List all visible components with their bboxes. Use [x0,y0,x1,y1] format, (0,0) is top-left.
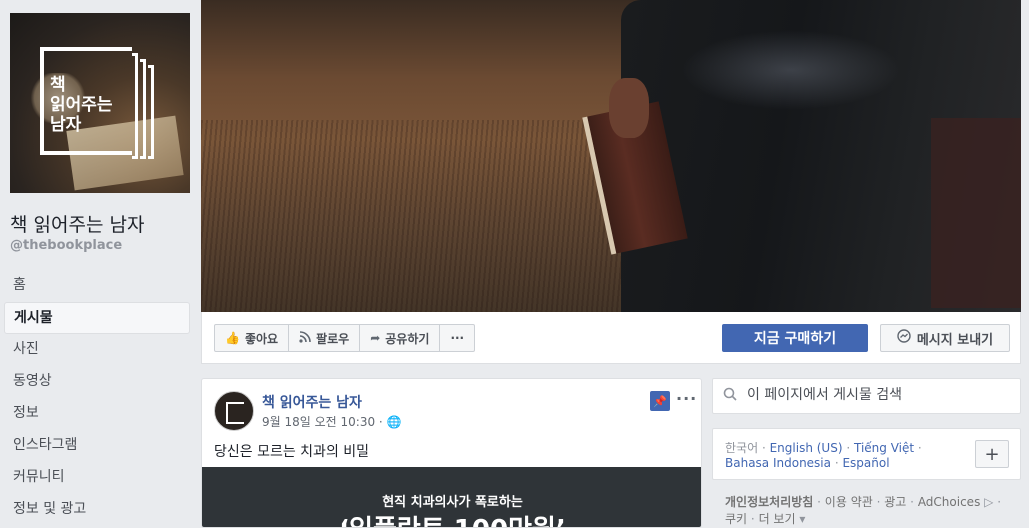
language-link[interactable]: English (US) [770,441,843,455]
post-timestamp[interactable]: 9월 18일 오전 10:30 [262,415,375,429]
share-button[interactable]: ➦ 공유하기 [360,325,441,351]
separator-dot: · [378,415,387,429]
send-message-button[interactable]: 메시지 보내기 [880,324,1010,352]
profile-picture[interactable]: 책 읽어주는 남자 [10,13,190,193]
add-language-button[interactable]: + [975,440,1009,468]
nav-item-home[interactable]: 홈 [4,270,190,302]
page-action-bar: 👍 좋아요 팔로우 ➦ 공유하기 ··· 지금 구매하기 메시지 보내기 [201,312,1021,364]
nav-item-photos[interactable]: 사진 [4,334,190,366]
footer-link-cookies[interactable]: 쿠키 [725,512,747,526]
post-search-input[interactable] [747,387,1007,403]
nav-item-about[interactable]: 정보 [4,398,190,430]
language-link[interactable]: Español [842,456,889,470]
post-media-image[interactable]: 현직 치과의사가 폭로하는 ‘임플란트 100만원’ [202,467,701,527]
share-label: 공유하기 [385,331,430,346]
more-options-button[interactable]: ··· [440,325,474,351]
nav-item-posts[interactable]: 게시물 [4,302,190,334]
share-arrow-icon: ➦ [370,331,381,345]
post-more-icon[interactable]: ··· [676,389,697,408]
like-label: 좋아요 [244,331,279,346]
language-link[interactable]: Tiếng Việt [854,441,914,455]
cover-hand [609,78,649,138]
cover-photo[interactable] [201,0,1021,312]
logo-book-spine [148,65,154,159]
logo-text: 책 읽어주는 남자 [50,75,113,135]
follow-label: 팔로우 [316,331,350,346]
cover-sparkle [681,30,901,110]
rss-icon [299,330,311,346]
footer-links-1: 개인정보처리방침 · 이용 약관 · 광고 · AdChoices ▷ · [725,495,1002,509]
nav-item-instagram[interactable]: 인스타그램 [4,430,190,462]
send-message-label: 메시지 보내기 [916,332,994,348]
thumbs-up-icon: 👍 [225,331,240,345]
follow-button[interactable]: 팔로우 [289,325,361,351]
language-selector: 한국어 · English (US) · Tiếng Việt · Bahasa… [712,428,1021,480]
footer-link-terms[interactable]: 이용 약관 [825,495,873,509]
messenger-icon [897,329,911,347]
footer-link-more[interactable]: 더 보기 [759,512,796,526]
footer-link-privacy[interactable]: 개인정보처리방침 [725,495,813,509]
footer-link-ads[interactable]: 광고 [884,495,906,509]
nav-item-videos[interactable]: 동영상 [4,366,190,398]
search-icon [723,387,737,405]
post-author-name[interactable]: 책 읽어주는 남자 [262,392,362,412]
nav-item-info-ads[interactable]: 정보 및 광고 [4,494,190,526]
media-headline: ‘임플란트 100만원’ [202,509,701,527]
action-button-group: 👍 좋아요 팔로우 ➦ 공유하기 ··· [214,324,476,352]
adchoices-icon: ▷ [984,495,994,509]
caret-down-icon: ▾ [799,512,806,526]
page-handle[interactable]: @thebookplace [10,238,122,253]
post-meta: 9월 18일 오전 10:30 · 🌐 [262,413,402,430]
cover-sleeve [931,118,1021,308]
like-button[interactable]: 👍 좋아요 [215,325,290,351]
globe-icon[interactable]: 🌐 [387,415,402,429]
pin-icon: 📌 [650,391,670,411]
post-search-box [712,378,1021,414]
footer-link-adchoices[interactable]: AdChoices [918,495,981,509]
language-link[interactable]: Bahasa Indonesia [725,456,831,470]
buy-now-button[interactable]: 지금 구매하기 [722,324,868,352]
nav-item-community[interactable]: 커뮤니티 [4,462,190,494]
page-name[interactable]: 책 읽어주는 남자 [10,210,144,237]
footer-links-2: 쿠키 · 더 보기 ▾ [725,512,806,526]
logo-book-spine [140,59,146,159]
left-column: 책 읽어주는 남자 책 읽어주는 남자 @thebookplace 홈 게시물 사진… [0,0,201,528]
language-current: 한국어 [725,441,759,455]
post-author-avatar[interactable] [214,391,254,431]
media-subtitle: 현직 치과의사가 폭로하는 [382,495,523,510]
language-line-1: 한국어 · English (US) · Tiếng Việt · [725,441,922,455]
language-line-2: Bahasa Indonesia · Español [725,456,890,470]
post-text: 당신은 모르는 치과의 비밀 [214,444,370,460]
more-dots-icon: ··· [450,331,465,345]
pinned-post: 책 읽어주는 남자 9월 18일 오전 10:30 · 🌐 📌 ··· 당신은 … [201,378,702,528]
page-nav: 홈 게시물 사진 동영상 정보 인스타그램 커뮤니티 정보 및 광고 [4,270,190,526]
